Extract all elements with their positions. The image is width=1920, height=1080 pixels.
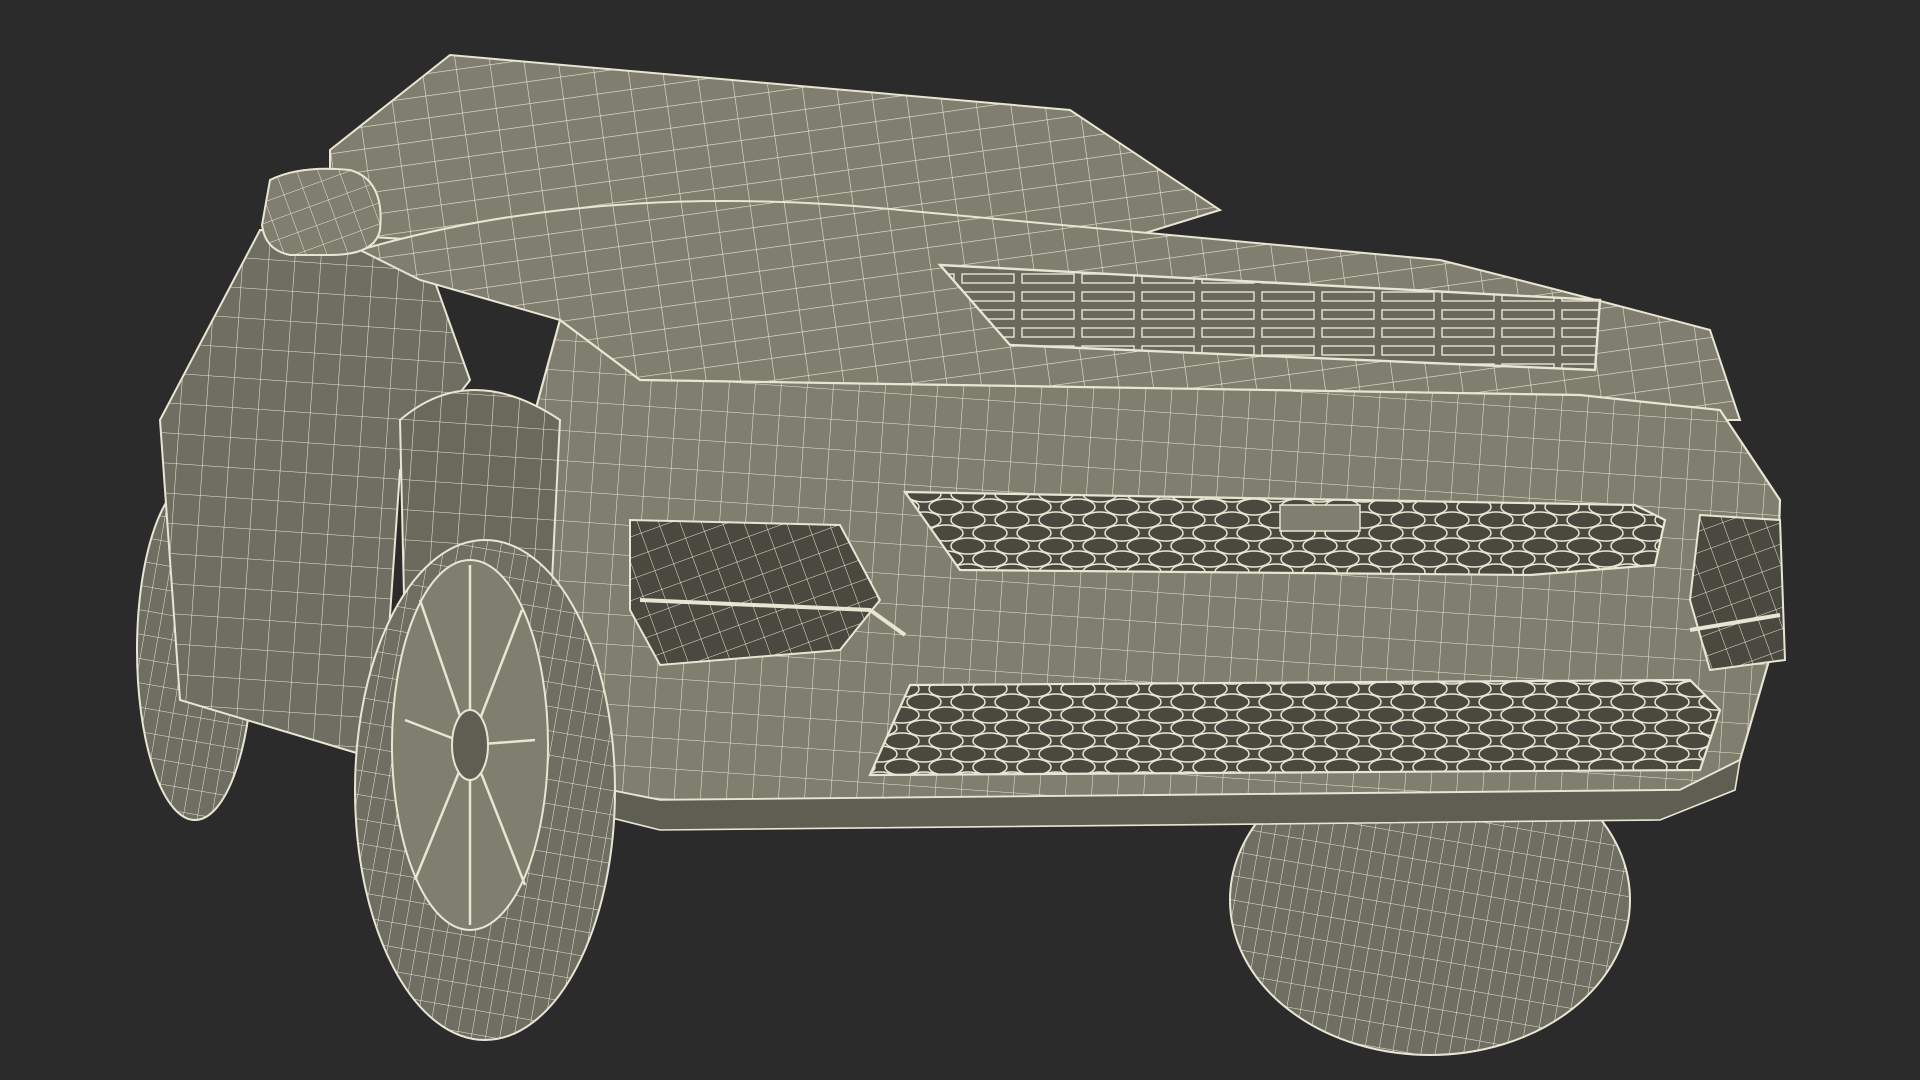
suv-wireframe-render (136, 53, 1787, 1056)
license-plate-mount (1279, 504, 1361, 532)
side-mirror (260, 167, 382, 256)
right-fog-lamp (1688, 513, 1787, 672)
middle-grille (902, 490, 1667, 577)
front-left-wheel (354, 539, 616, 1041)
lower-grille (868, 678, 1722, 777)
render-viewport (0, 0, 1920, 1080)
wheel-hub (451, 709, 489, 781)
